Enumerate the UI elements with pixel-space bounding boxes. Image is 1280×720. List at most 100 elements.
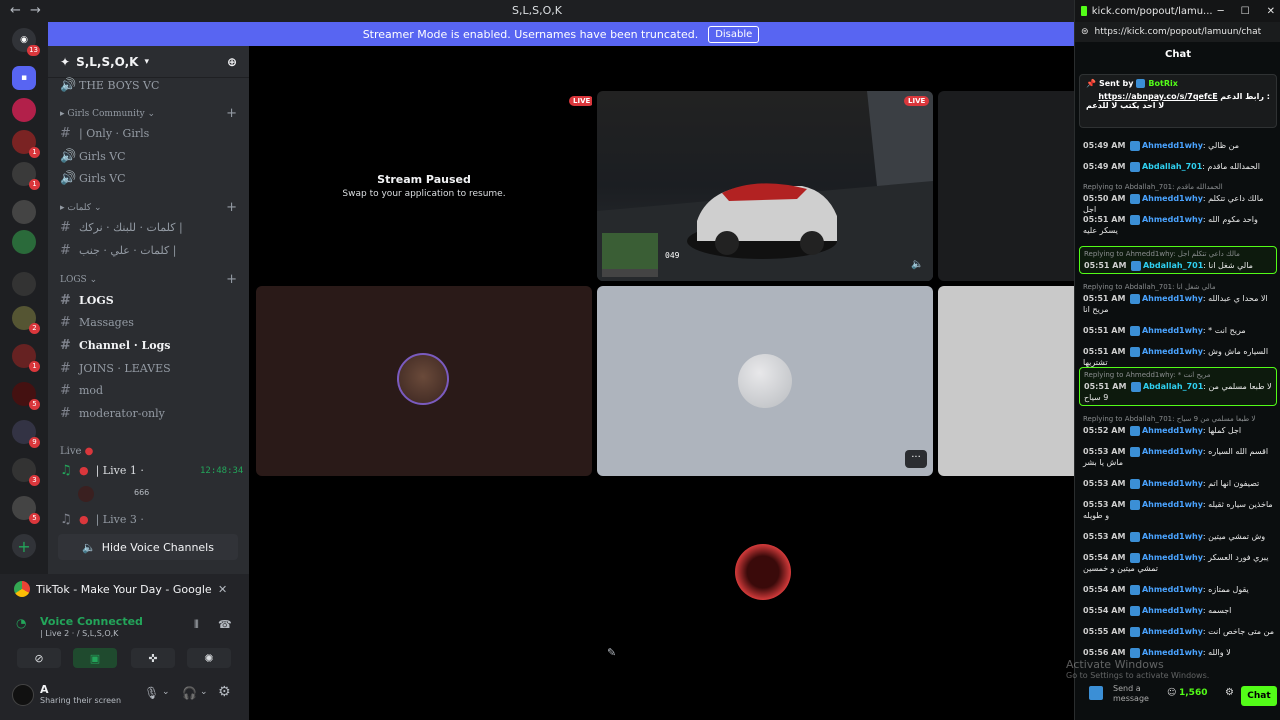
soundboard-button[interactable]: ✺: [187, 648, 231, 668]
voice-channel-girls-1[interactable]: 🔊 Girls VC: [60, 146, 126, 166]
participant-tile[interactable]: [597, 481, 933, 671]
message-username[interactable]: Abdallah_701: [1143, 382, 1203, 391]
channel-moderator-only[interactable]: # moderator-only: [60, 403, 165, 423]
chevron-down-icon[interactable]: ⌄: [162, 687, 170, 697]
category-logs[interactable]: LOGS ⌄: [60, 275, 97, 285]
disconnect-icon[interactable]: ☎: [218, 618, 232, 631]
add-channel-icon[interactable]: +: [226, 200, 237, 215]
channel-massages[interactable]: # Massages: [60, 312, 134, 332]
close-icon[interactable]: ✕: [1267, 6, 1275, 17]
message-username[interactable]: Ahmedd1why: [1142, 326, 1203, 335]
address-bar[interactable]: ⊜ https://kick.com/popout/lamuun/chat: [1075, 22, 1280, 42]
chat-message[interactable]: 05:51 AM Ahmedd1why: السياره ماش وش تشتر…: [1083, 346, 1275, 368]
channel-channel-logs[interactable]: # Channel · Logs: [60, 335, 171, 355]
pinned-message[interactable]: 📌 Sent by BotRix https://abnpay.co/s/7qe…: [1079, 74, 1277, 128]
chat-message[interactable]: Replying to Abdallah_701: الحمدالله ماقد…: [1083, 182, 1275, 215]
message-username[interactable]: Ahmedd1why: [1142, 447, 1203, 456]
chat-message[interactable]: 05:54 AM Ahmedd1why: اجسمه: [1083, 605, 1275, 616]
chat-message[interactable]: 05:55 AM Ahmedd1why: من متى جاخص انت: [1083, 626, 1275, 637]
channel-arabic-2[interactable]: # كلمات · علي · جنب |: [60, 240, 176, 260]
channel-joins-leaves[interactable]: # JOINS · LEAVES: [60, 358, 171, 378]
server-icon[interactable]: 5: [12, 382, 40, 410]
kick-tab[interactable]: kick.com/popout/lamu... ─ ☐ ✕: [1075, 0, 1280, 22]
voice-channel-live1[interactable]: ♫ ● | Live 1 ·: [60, 460, 144, 480]
avatar[interactable]: [12, 684, 34, 706]
chat-message[interactable]: 05:56 AM Ahmedd1why: لا والله: [1083, 647, 1275, 658]
more-options-button[interactable]: ···: [905, 450, 927, 468]
message-username[interactable]: Ahmedd1why: [1142, 627, 1203, 636]
chat-message[interactable]: 05:53 AM Ahmedd1why: ماخذين سياره ثقيله …: [1083, 499, 1275, 521]
headphones-icon[interactable]: 🎧: [182, 686, 197, 700]
server-icon[interactable]: [12, 230, 36, 254]
volume-icon[interactable]: 🔈: [911, 259, 923, 270]
pinned-link[interactable]: https://abnpay.co/s/7qefcE: [1098, 92, 1217, 101]
chat-send-button[interactable]: Chat: [1241, 686, 1277, 706]
participant-tile[interactable]: [256, 286, 592, 476]
server-icon[interactable]: 1: [12, 162, 40, 190]
server-icon[interactable]: 1: [12, 130, 40, 158]
voice-channel-girls-2[interactable]: 🔊 Girls VC: [60, 168, 126, 188]
noise-suppression-icon[interactable]: ⦀: [194, 618, 199, 632]
add-server-icon[interactable]: +: [12, 534, 36, 558]
chat-message[interactable]: 05:53 AM Ahmedd1why: وش تمشي ميتين: [1083, 531, 1275, 542]
hide-voice-channels-button[interactable]: 🔈 Hide Voice Channels: [58, 534, 238, 560]
message-username[interactable]: Ahmedd1why: [1142, 194, 1203, 203]
paused-stream-tile[interactable]: LIVE Stream Paused Swap to your applicat…: [256, 91, 592, 281]
message-username[interactable]: Ahmedd1why: [1142, 426, 1203, 435]
stream-tile[interactable]: [938, 91, 1074, 281]
message-username[interactable]: Ahmedd1why: [1142, 532, 1203, 541]
chat-message[interactable]: 05:54 AM Ahmedd1why: يقول ممتازه: [1083, 584, 1275, 595]
folder-icon[interactable]: ▪: [12, 66, 36, 90]
chat-message[interactable]: Replying to Ahmedd1why: مالك داعي تتكلم …: [1079, 246, 1277, 274]
message-username[interactable]: Ahmedd1why: [1142, 648, 1203, 657]
category-arabic[interactable]: ▸ كلمات ⌄: [60, 203, 101, 213]
server-icon[interactable]: [12, 272, 36, 296]
category-live[interactable]: Live ●: [60, 446, 93, 457]
message-username[interactable]: Abdallah_701: [1142, 162, 1202, 171]
voice-channel-live3[interactable]: ♫ ● | Live 3 ·: [60, 509, 144, 529]
points-balance[interactable]: 1,560: [1179, 688, 1207, 698]
chat-message[interactable]: Replying to Abdallah_701: لا طبعا مسلمي …: [1083, 414, 1275, 436]
server-icon[interactable]: 1: [12, 344, 40, 372]
screen-share-button[interactable]: ▣: [73, 648, 117, 668]
message-username[interactable]: Abdallah_701: [1143, 261, 1203, 270]
message-username[interactable]: Ahmedd1why: [1142, 141, 1203, 150]
chat-message[interactable]: Replying to Abdallah_701: مالي شغل انا 05…: [1083, 282, 1275, 315]
microphone-icon[interactable]: 🎙: [144, 686, 159, 700]
channel-only-girls[interactable]: # | Only · Girls: [60, 123, 149, 143]
gear-icon[interactable]: ⚙: [1225, 687, 1234, 698]
add-channel-icon[interactable]: +: [226, 106, 237, 121]
activity-bar[interactable]: TikTok - Make Your Day - Google Ch... ✕: [0, 574, 249, 604]
voice-channel-boys[interactable]: 🔊 THE BOYS VC: [60, 75, 159, 95]
channel-logs[interactable]: # LOGS: [60, 290, 114, 310]
server-icon[interactable]: 2: [12, 306, 40, 334]
game-stream-tile[interactable]: LIVE 049 🔈: [597, 91, 933, 281]
message-username[interactable]: Ahmedd1why: [1142, 294, 1203, 303]
chat-message[interactable]: 05:53 AM Ahmedd1why: اقسم الله السياره م…: [1083, 446, 1275, 468]
server-icon[interactable]: 9: [12, 420, 40, 448]
chat-message[interactable]: 05:49 AM Ahmedd1why: من ظالي: [1083, 140, 1275, 151]
category-girls-community[interactable]: ▸ Girls Community ⌄: [60, 109, 155, 119]
camera-off-button[interactable]: ⊘: [17, 648, 61, 668]
message-username[interactable]: Ahmedd1why: [1142, 606, 1203, 615]
chevron-down-icon[interactable]: ⌄: [200, 687, 208, 697]
message-username[interactable]: Ahmedd1why: [1142, 585, 1203, 594]
gear-icon[interactable]: ⚙: [218, 684, 231, 700]
minimize-icon[interactable]: ─: [1218, 6, 1224, 17]
server-header[interactable]: ✦ S,L,S,O,K ▾ ⊕: [48, 46, 249, 78]
chat-message[interactable]: 05:54 AM Ahmedd1why: يبري فورد العسكر تم…: [1083, 552, 1275, 574]
chat-message[interactable]: Replying to Ahmedd1why: * مريح انت 05:51 …: [1079, 367, 1277, 406]
direct-messages-icon[interactable]: ◉ 13: [12, 28, 40, 56]
server-icon[interactable]: [12, 98, 36, 122]
message-username[interactable]: Ahmedd1why: [1142, 553, 1203, 562]
chat-message[interactable]: 05:49 AM Abdallah_701: الحمدالله ماقدم: [1083, 161, 1275, 172]
send-message-input[interactable]: Send a message: [1113, 684, 1161, 704]
chat-message[interactable]: 05:53 AM Ahmedd1why: تصيفون انها اتم: [1083, 478, 1275, 489]
activities-button[interactable]: ✜: [131, 648, 175, 668]
server-icon[interactable]: 5: [12, 496, 40, 524]
channel-mod[interactable]: # mod: [60, 380, 103, 400]
message-username[interactable]: Ahmedd1why: [1142, 479, 1203, 488]
add-channel-icon[interactable]: +: [226, 272, 237, 287]
disable-streamer-mode-button[interactable]: Disable: [708, 25, 760, 43]
message-username[interactable]: Ahmedd1why: [1142, 215, 1203, 224]
